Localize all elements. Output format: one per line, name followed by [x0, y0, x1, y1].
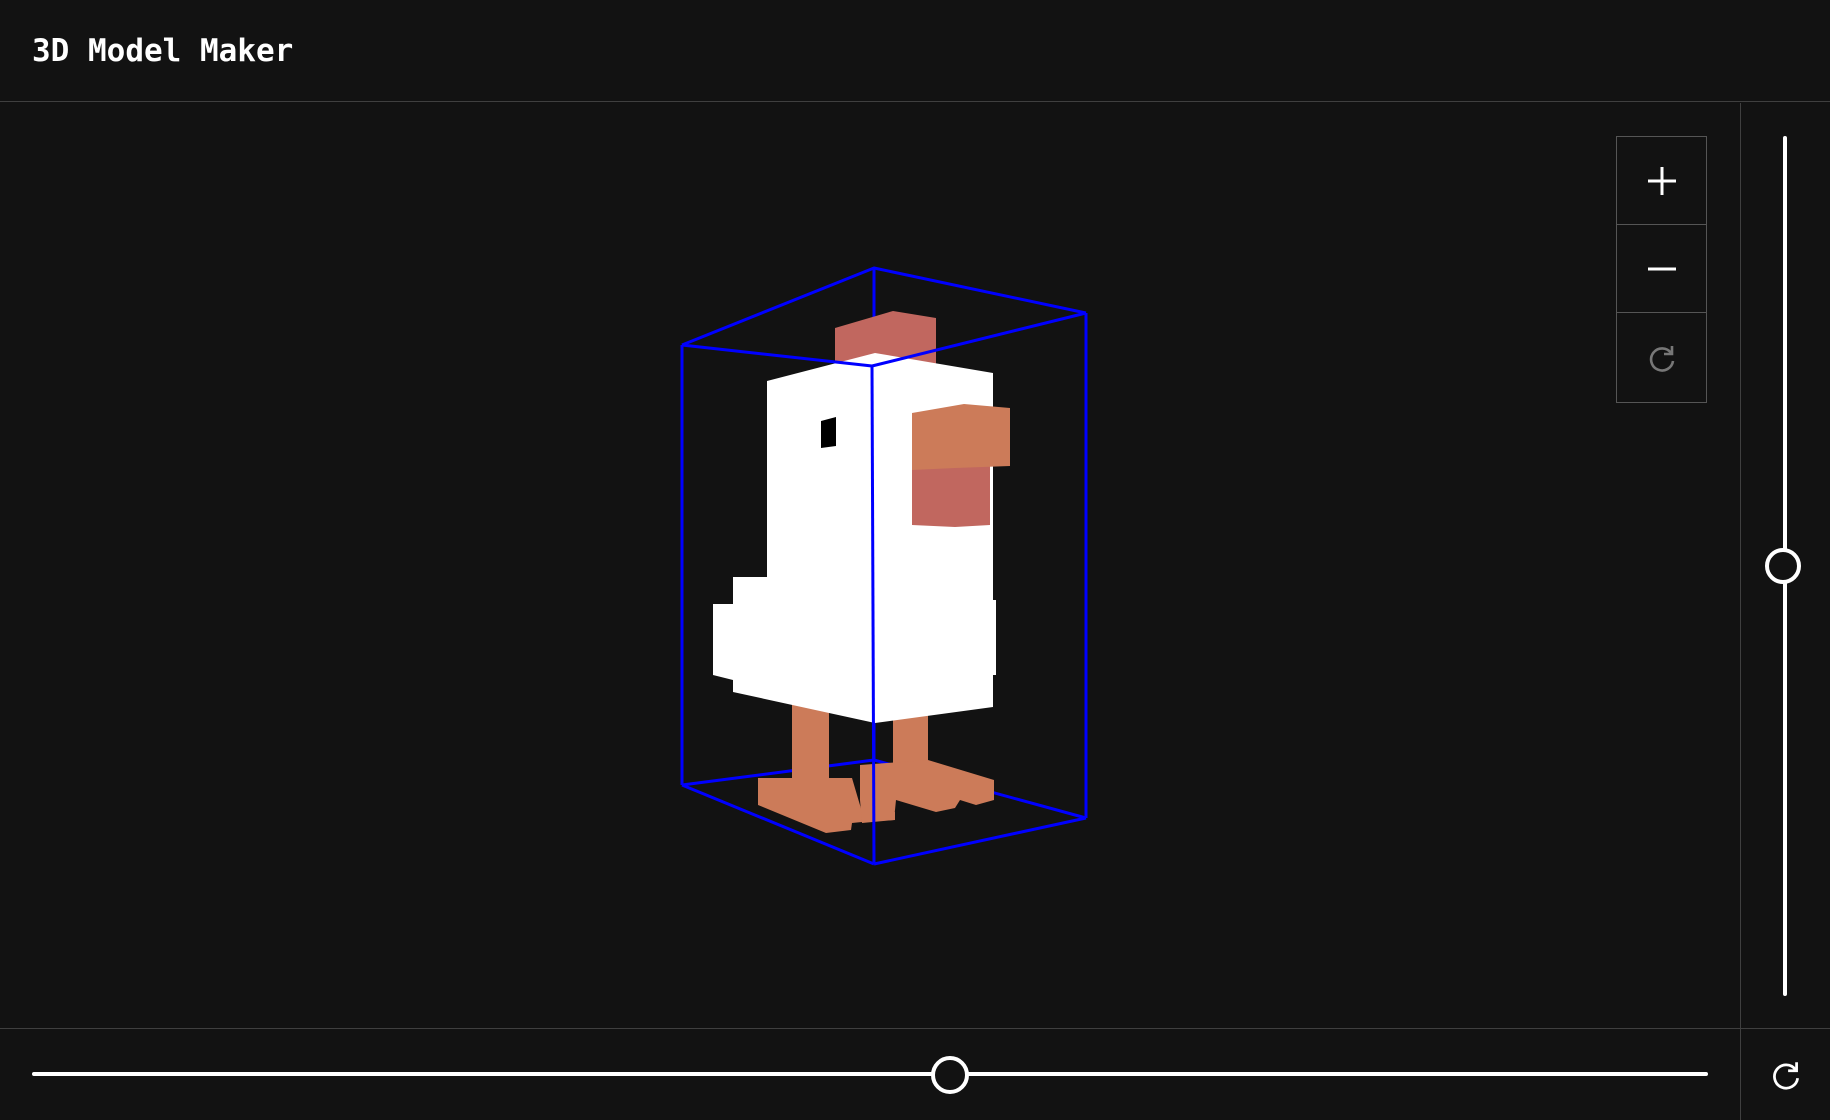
app-header: 3D Model Maker	[0, 0, 1830, 102]
horizontal-rotation-slider-track[interactable]	[32, 1072, 1708, 1076]
minus-icon	[1647, 267, 1676, 270]
zoom-out-button[interactable]	[1617, 225, 1706, 313]
rotate-clockwise-icon	[1649, 345, 1674, 372]
plus-icon	[1647, 166, 1676, 195]
beak	[912, 404, 1010, 470]
app-title: 3D Model Maker	[32, 33, 294, 69]
zoom-in-button[interactable]	[1617, 137, 1706, 225]
eye	[821, 417, 836, 448]
chicken-voxel-model[interactable]	[680, 266, 1088, 866]
model-canvas[interactable]	[0, 103, 1740, 1028]
wattle	[912, 466, 990, 527]
reset-rotation-button[interactable]	[1740, 1028, 1830, 1120]
vertical-rotation-slider-thumb[interactable]	[1765, 548, 1801, 584]
rotate-clockwise-icon	[1772, 1061, 1799, 1090]
reset-view-button[interactable]	[1617, 313, 1706, 402]
zoom-controls	[1616, 136, 1707, 403]
3d-viewport[interactable]	[0, 103, 1740, 1028]
